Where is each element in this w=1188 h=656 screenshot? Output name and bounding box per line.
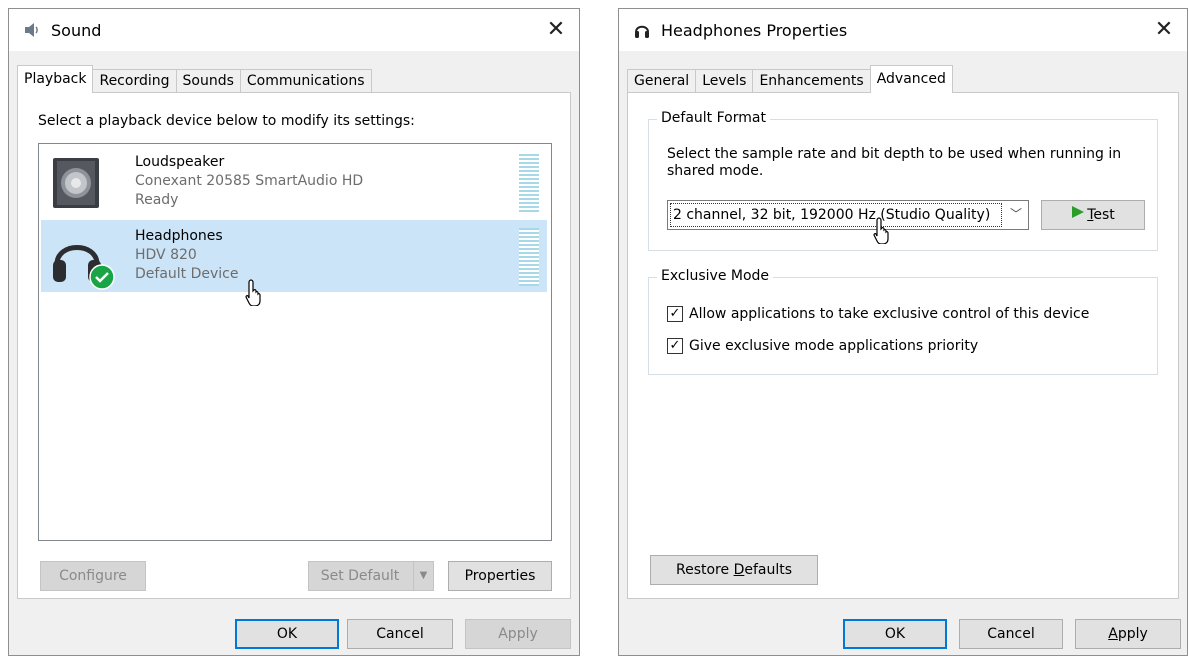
playback-panel: Select a playback device below to modify… [17, 92, 571, 599]
window-title: Sound [51, 20, 102, 40]
device-name: Headphones [135, 228, 223, 244]
restore-defaults-button[interactable]: Restore Defaults [650, 555, 818, 585]
hand-cursor-icon [872, 216, 894, 245]
instruction-text: Select a playback device below to modify… [38, 113, 415, 129]
device-description: HDV 820 [135, 247, 197, 263]
set-default-label: Set Default [320, 568, 400, 584]
chevron-down-icon: ﹀ [1009, 207, 1022, 221]
tab-advanced[interactable]: Advanced [869, 65, 953, 93]
device-description: Conexant 20585 SmartAudio HD [135, 173, 364, 189]
apply-access-key: A [1108, 626, 1118, 642]
checkbox-label: Allow applications to take exclusive con… [689, 306, 1090, 322]
test-button[interactable]: Test [1041, 200, 1145, 230]
speaker-icon [21, 19, 43, 41]
ok-button[interactable]: OK [843, 619, 947, 649]
group-label: Exclusive Mode [657, 268, 774, 284]
set-default-button[interactable]: Set Default ▼ [308, 561, 434, 591]
device-item-headphones[interactable]: Headphones HDV 820 Default Device [41, 220, 547, 292]
exclusive-mode-group: Exclusive Mode ✓ Allow applications to t… [648, 268, 1158, 375]
ok-button[interactable]: OK [235, 619, 339, 649]
exclusive-priority-checkbox-row[interactable]: ✓ Give exclusive mode applications prior… [667, 338, 978, 354]
exclusive-control-checkbox[interactable]: ✓ [667, 306, 683, 322]
play-icon [1071, 201, 1085, 229]
tab-general[interactable]: General [627, 69, 697, 93]
restore-label-prefix: Restore [675, 562, 734, 578]
selected-format: 2 channel, 32 bit, 192000 Hz (Studio Qua… [670, 203, 1002, 227]
tab-strip: General Levels Enhancements Advanced [627, 65, 953, 93]
format-select[interactable]: 2 channel, 32 bit, 192000 Hz (Studio Qua… [667, 200, 1029, 230]
tab-strip: Playback Recording Sounds Communications [17, 65, 372, 93]
device-status: Ready [135, 192, 179, 208]
device-name: Loudspeaker [135, 154, 225, 170]
format-description: Select the sample rate and bit depth to … [667, 146, 1122, 179]
exclusive-control-checkbox-row[interactable]: ✓ Allow applications to take exclusive c… [667, 306, 1089, 322]
close-button[interactable]: ✕ [1151, 17, 1177, 43]
window-title: Headphones Properties [661, 20, 848, 40]
device-list[interactable]: Loudspeaker Conexant 20585 SmartAudio HD… [38, 143, 552, 541]
group-label: Default Format [657, 110, 770, 126]
restore-access-key: D [733, 562, 745, 578]
close-button[interactable]: ✕ [543, 17, 569, 43]
cancel-button[interactable]: Cancel [959, 619, 1063, 649]
cancel-button[interactable]: Cancel [347, 619, 453, 649]
tab-levels[interactable]: Levels [695, 69, 754, 93]
chevron-down-icon[interactable]: ▼ [413, 562, 433, 590]
tab-playback[interactable]: Playback [17, 65, 94, 93]
tab-enhancements[interactable]: Enhancements [752, 69, 871, 93]
default-check-icon [89, 264, 115, 290]
title-bar[interactable]: Headphones Properties ✕ [619, 9, 1187, 51]
title-bar[interactable]: Sound ✕ [9, 9, 579, 51]
volume-meter [519, 228, 539, 286]
apply-label-rest: pply [1117, 626, 1148, 642]
loudspeaker-icon [51, 156, 103, 210]
test-label: est [1093, 207, 1115, 223]
configure-button[interactable]: Configure [40, 561, 146, 591]
advanced-panel: Default Format Select the sample rate an… [627, 92, 1179, 599]
restore-label-rest: efaults [744, 562, 793, 578]
properties-button[interactable]: Properties [448, 561, 552, 591]
headphones-icon [631, 19, 653, 41]
exclusive-priority-checkbox[interactable]: ✓ [667, 338, 683, 354]
device-status: Default Device [135, 266, 239, 282]
tab-communications[interactable]: Communications [239, 69, 372, 93]
volume-meter [519, 154, 539, 212]
properties-window: Headphones Properties ✕ General Levels E… [618, 8, 1188, 656]
sound-window: Sound ✕ Playback Recording Sounds Commun… [8, 8, 580, 656]
hand-cursor-icon [244, 278, 266, 307]
apply-button[interactable]: Apply [465, 619, 571, 649]
checkbox-label: Give exclusive mode applications priorit… [689, 338, 979, 354]
tab-sounds[interactable]: Sounds [175, 69, 241, 93]
tab-recording[interactable]: Recording [92, 69, 177, 93]
apply-button[interactable]: Apply [1075, 619, 1181, 649]
device-item-loudspeaker[interactable]: Loudspeaker Conexant 20585 SmartAudio HD… [41, 146, 547, 218]
default-format-group: Default Format Select the sample rate an… [648, 110, 1158, 251]
